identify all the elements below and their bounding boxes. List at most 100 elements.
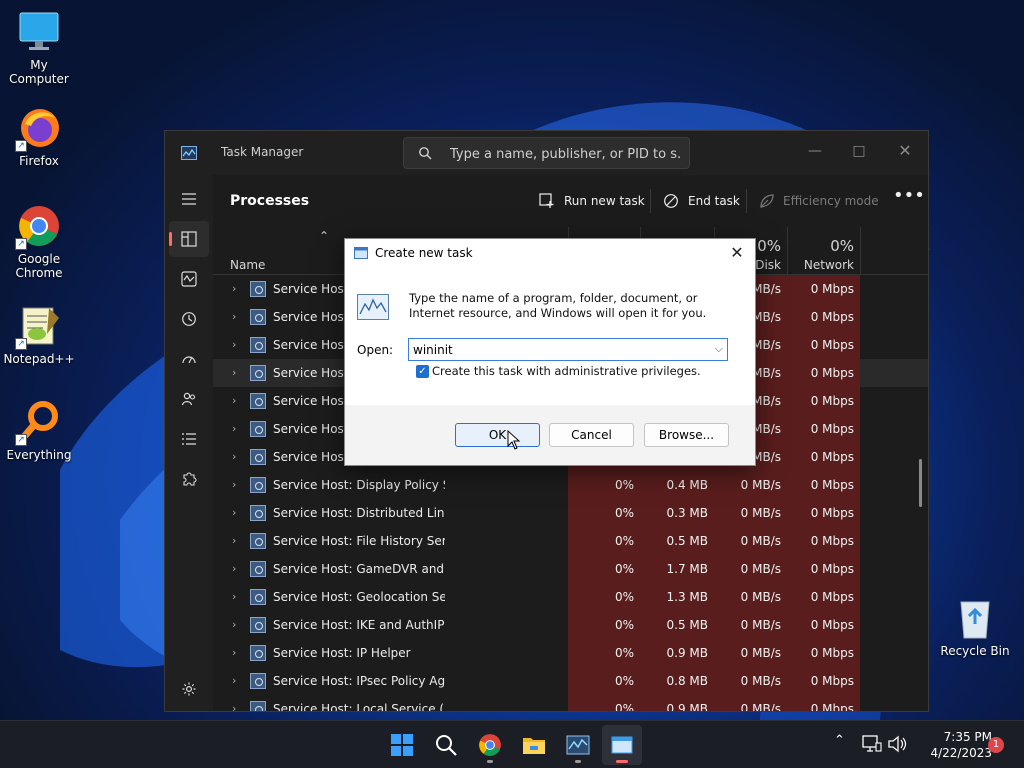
shortcut-arrow-icon: ↗ [15, 338, 27, 350]
expand-chevron-icon[interactable]: › [232, 674, 236, 687]
expand-chevron-icon[interactable]: › [232, 590, 236, 603]
run-program-icon [357, 294, 389, 320]
cpu-cell: 0% [568, 667, 640, 695]
open-input[interactable] [413, 341, 703, 359]
admin-privileges-checkbox[interactable]: ✓ [416, 365, 429, 378]
table-row[interactable]: › Service Host: IKE and AuthIP I... 0% 0.5 … [213, 611, 928, 639]
expand-chevron-icon[interactable]: › [232, 282, 236, 295]
admin-privileges-label[interactable]: Create this task with administrative pri… [432, 364, 701, 378]
system-clock[interactable]: 7:35 PM 4/22/2023 [912, 729, 992, 761]
show-hidden-icons-button[interactable]: ⌃ [834, 733, 845, 748]
firefox-icon: ↗ [15, 106, 61, 152]
column-name-label: Name [230, 258, 266, 272]
nav-details[interactable] [169, 421, 209, 457]
details-list-icon [182, 433, 196, 445]
table-row[interactable]: ›Service Host: GameDVR and B...0%1.7 MB0… [213, 555, 928, 583]
taskbar-run-dialog[interactable] [602, 725, 642, 765]
leaf-icon [760, 194, 774, 208]
service-host-icon [250, 337, 266, 353]
open-combobox[interactable]: ⌵ [408, 338, 728, 361]
dialog-titlebar[interactable]: Create new task ✕ [345, 239, 755, 267]
desktop-icon-my-computer[interactable]: My Computer [0, 10, 78, 86]
expand-chevron-icon[interactable]: › [232, 618, 236, 631]
notification-badge[interactable]: 1 [988, 737, 1004, 753]
nav-processes[interactable] [169, 221, 209, 257]
service-host-icon [250, 505, 266, 521]
expand-chevron-icon[interactable]: › [232, 338, 236, 351]
volume-icon[interactable] [887, 735, 907, 753]
minimize-button[interactable]: — [795, 137, 835, 165]
cpu-cell: 0% [568, 527, 640, 555]
more-options-button[interactable]: ••• [893, 187, 925, 213]
hamburger-menu-button[interactable] [169, 181, 209, 217]
expand-chevron-icon[interactable]: › [232, 394, 236, 407]
desktop-icon-firefox[interactable]: ↗ Firefox [0, 106, 78, 168]
taskbar-search-button[interactable] [426, 725, 466, 765]
expand-chevron-icon[interactable]: › [232, 506, 236, 519]
folder-icon [523, 738, 545, 754]
browse-button[interactable]: Browse... [644, 423, 729, 447]
table-row[interactable]: › Service Host: Geolocation Serv... 0%1.3 … [213, 583, 928, 611]
taskbar-chrome[interactable] [470, 725, 510, 765]
end-task-button[interactable]: End task [663, 189, 743, 213]
table-row[interactable]: › Service Host: Distributed Link ... 0%0.3… [213, 499, 928, 527]
service-host-icon [250, 393, 266, 409]
cancel-button[interactable]: Cancel [549, 423, 634, 447]
table-row[interactable]: › Service Host: File History Servi... 0%0.… [213, 527, 928, 555]
service-host-icon [250, 449, 266, 465]
table-row[interactable]: › Service Host: Display Policy Se... 0%0.4… [213, 471, 928, 499]
expand-chevron-icon[interactable]: › [232, 478, 236, 491]
cpu-cell: 0% [568, 611, 640, 639]
expand-chevron-icon[interactable]: › [232, 702, 236, 711]
nav-users[interactable] [169, 381, 209, 417]
desktop-icon-recycle-bin[interactable]: Recycle Bin [936, 596, 1014, 658]
task-manager-titlebar[interactable]: Task Manager — □ ✕ [165, 131, 928, 175]
taskbar-file-explorer[interactable] [514, 725, 554, 765]
nav-startup-apps[interactable] [169, 341, 209, 377]
nav-app-history[interactable] [169, 301, 209, 337]
table-row[interactable]: › Service Host: Local Service (N... 0%0.9 … [213, 695, 928, 711]
nav-services[interactable] [169, 461, 209, 497]
desktop-icon-label: Firefox [19, 154, 59, 168]
speedometer-icon [182, 356, 196, 364]
column-header-network[interactable]: 0% Network [787, 227, 860, 275]
expand-chevron-icon[interactable]: › [232, 422, 236, 435]
scrollbar-thumb[interactable] [919, 459, 922, 507]
efficiency-mode-button[interactable]: Efficiency mode [759, 189, 879, 213]
network-icon[interactable] [862, 735, 882, 753]
column-header-extra [860, 227, 928, 275]
expand-chevron-icon[interactable]: › [232, 450, 236, 463]
close-button[interactable]: ✕ [885, 137, 925, 165]
desktop-icon-everything[interactable]: ↗ Everything [0, 400, 78, 462]
nav-performance[interactable] [169, 261, 209, 297]
ok-button[interactable]: OK [455, 423, 540, 447]
service-host-icon [250, 533, 266, 549]
dialog-message: Type the name of a program, folder, docu… [409, 291, 707, 320]
process-name: Service Host: Distributed Link ... [273, 506, 445, 520]
chrome-icon: ↗ [15, 204, 61, 250]
shortcut-arrow-icon: ↗ [15, 434, 27, 446]
search-box[interactable] [403, 137, 690, 169]
disk-cell: 0 MB/s [714, 471, 787, 499]
desktop-icon-google-chrome[interactable]: ↗ Google Chrome [0, 204, 78, 280]
expand-chevron-icon[interactable]: › [232, 562, 236, 575]
expand-chevron-icon[interactable]: › [232, 310, 236, 323]
search-input[interactable] [450, 144, 680, 164]
performance-icon [181, 271, 197, 287]
cpu-cell: 0% [568, 639, 640, 667]
run-new-task-button[interactable]: Run new task [539, 189, 645, 213]
network-column-label: Network [803, 258, 854, 272]
dialog-close-button[interactable]: ✕ [725, 243, 749, 263]
chevron-down-icon[interactable]: ⌵ [715, 342, 723, 356]
expand-chevron-icon[interactable]: › [232, 366, 236, 379]
expand-chevron-icon[interactable]: › [232, 534, 236, 547]
start-button[interactable] [382, 725, 422, 765]
desktop-icon-notepad-plus-plus[interactable]: ↗ Notepad++ [0, 304, 78, 366]
maximize-button[interactable]: □ [839, 137, 879, 165]
taskbar-task-manager[interactable] [558, 725, 598, 765]
nav-settings[interactable] [169, 671, 209, 707]
run-dialog-icon [611, 736, 633, 754]
table-row[interactable]: › Service Host: IPsec Policy Agent 0%0.8 M… [213, 667, 928, 695]
expand-chevron-icon[interactable]: › [232, 646, 236, 659]
table-row[interactable]: › Service Host: IP Helper 0% 0.9 MB 0 MB/s 0 … [213, 639, 928, 667]
